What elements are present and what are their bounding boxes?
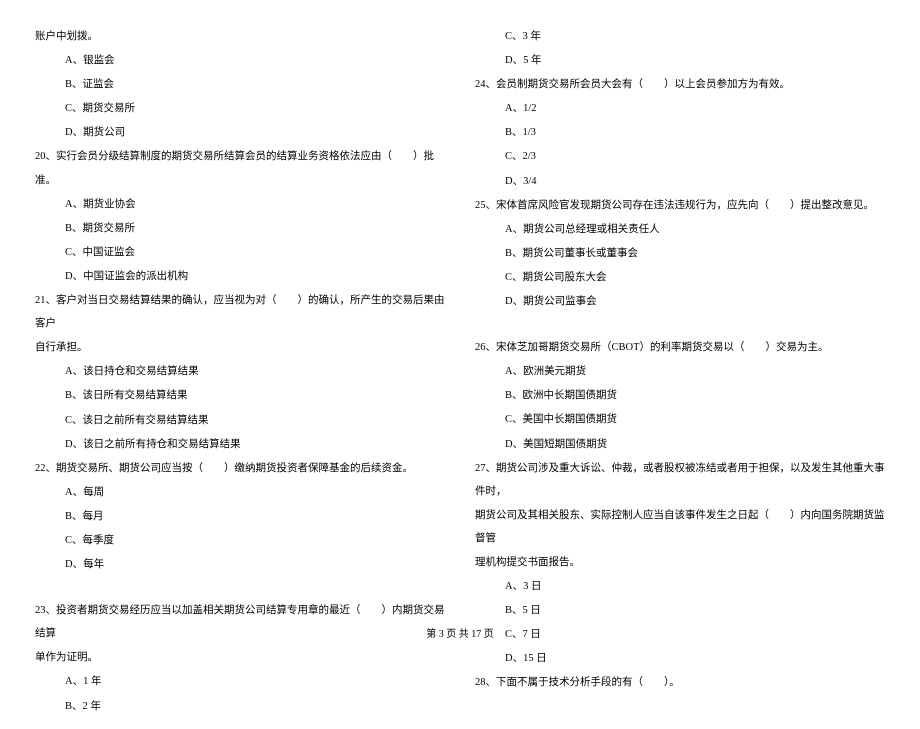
option-line: A、期货公司总经理或相关责任人 — [475, 218, 885, 241]
option-line: B、期货公司董事长或董事会 — [475, 242, 885, 265]
option-line: C、每季度 — [35, 529, 445, 552]
option-line: B、每月 — [35, 505, 445, 528]
option-line: D、期货公司 — [35, 121, 445, 144]
question-line: 21、客户对当日交易结算结果的确认，应当视为对（ ）的确认，所产生的交易后果由客… — [35, 289, 445, 335]
question-line: 22、期货交易所、期货公司应当按（ ）缴纳期货投资者保障基金的后续资金。 — [35, 457, 445, 480]
option-line: A、银监会 — [35, 49, 445, 72]
question-line: 26、宋体芝加哥期货交易所（CBOT）的利率期货交易以（ ）交易为主。 — [475, 336, 885, 359]
option-line: A、3 日 — [475, 575, 885, 598]
option-line: B、期货交易所 — [35, 217, 445, 240]
option-line: A、欧洲美元期货 — [475, 360, 885, 383]
option-line: D、每年 — [35, 553, 445, 576]
option-line: D、期货公司监事会 — [475, 290, 885, 313]
option-line: B、该日所有交易结算结果 — [35, 384, 445, 407]
question-line: 理机构提交书面报告。 — [475, 551, 885, 574]
option-line: C、期货公司股东大会 — [475, 266, 885, 289]
blank-line — [35, 577, 445, 599]
option-line: D、5 年 — [475, 49, 885, 72]
option-line: C、3 年 — [475, 25, 885, 48]
option-line: D、该日之前所有持仓和交易结算结果 — [35, 433, 445, 456]
option-line: B、欧洲中长期国债期货 — [475, 384, 885, 407]
question-line: 28、下面不属于技术分析手段的有（ ）。 — [475, 671, 885, 694]
option-line: B、证监会 — [35, 73, 445, 96]
option-line: B、2 年 — [35, 695, 445, 718]
page-content: 账户中划拨。A、银监会B、证监会C、期货交易所D、期货公司20、实行会员分级结算… — [0, 0, 920, 729]
left-column: 账户中划拨。A、银监会B、证监会C、期货交易所D、期货公司20、实行会员分级结算… — [35, 25, 445, 719]
option-line: D、美国短期国债期货 — [475, 433, 885, 456]
option-line: A、每周 — [35, 481, 445, 504]
question-line: 期货公司及其相关股东、实际控制人应当自该事件发生之日起（ ）内向国务院期货监督管 — [475, 504, 885, 550]
question-line: 自行承担。 — [35, 336, 445, 359]
option-line: C、期货交易所 — [35, 97, 445, 120]
question-line: 24、会员制期货交易所会员大会有（ ）以上会员参加方为有效。 — [475, 73, 885, 96]
option-line: A、期货业协会 — [35, 193, 445, 216]
question-line: 20、实行会员分级结算制度的期货交易所结算会员的结算业务资格依法应由（ ）批准。 — [35, 145, 445, 191]
blank-line — [475, 314, 885, 336]
option-line: A、1 年 — [35, 670, 445, 693]
option-line: B、5 日 — [475, 599, 885, 622]
option-line: C、2/3 — [475, 145, 885, 168]
option-line: A、该日持仓和交易结算结果 — [35, 360, 445, 383]
option-line: C、中国证监会 — [35, 241, 445, 264]
option-line: C、该日之前所有交易结算结果 — [35, 409, 445, 432]
question-line: 账户中划拨。 — [35, 25, 445, 48]
page-footer: 第 3 页 共 17 页 — [0, 625, 920, 640]
question-line: 25、宋体首席风险官发现期货公司存在违法违规行为，应先向（ ）提出整改意见。 — [475, 194, 885, 217]
option-line: D、3/4 — [475, 170, 885, 193]
question-line: 27、期货公司涉及重大诉讼、仲裁，或者股权被冻结或者用于担保，以及发生其他重大事… — [475, 457, 885, 503]
option-line: B、1/3 — [475, 121, 885, 144]
option-line: D、15 日 — [475, 647, 885, 670]
option-line: C、美国中长期国债期货 — [475, 408, 885, 431]
option-line: D、中国证监会的派出机构 — [35, 265, 445, 288]
option-line: A、1/2 — [475, 97, 885, 120]
right-column: C、3 年D、5 年24、会员制期货交易所会员大会有（ ）以上会员参加方为有效。… — [475, 25, 885, 719]
